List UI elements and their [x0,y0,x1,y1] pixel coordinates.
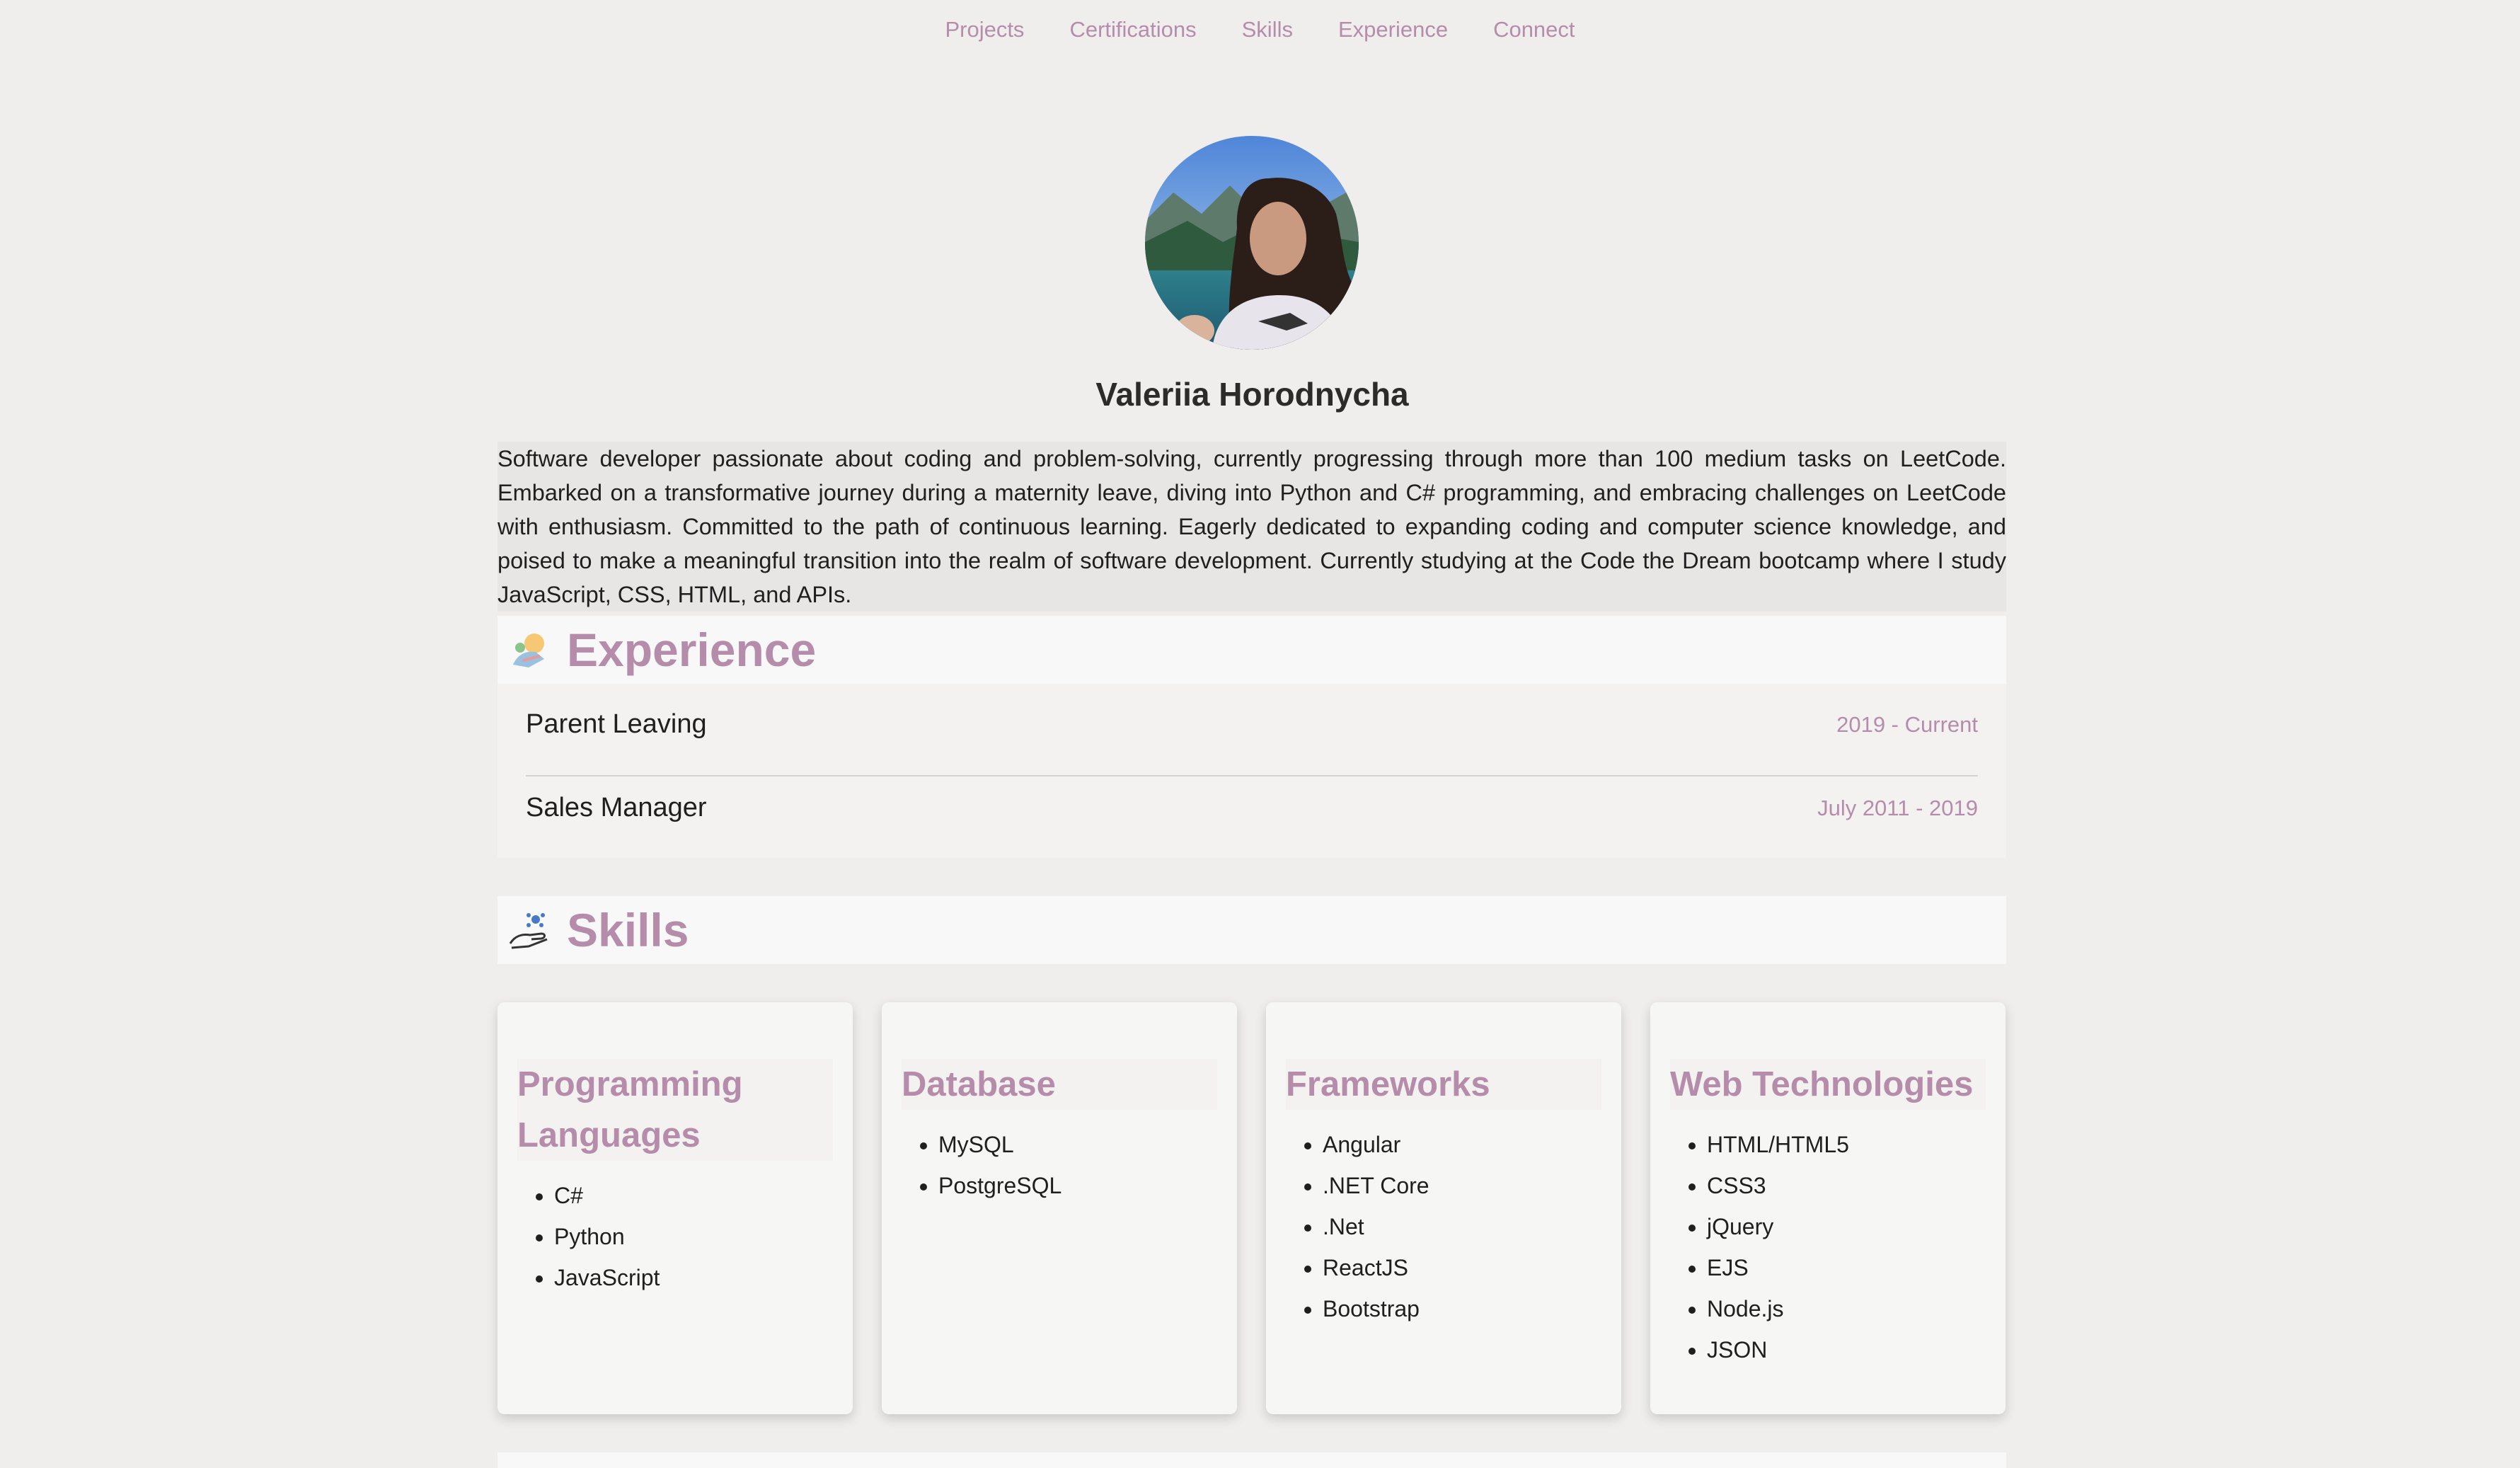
experience-list: Parent Leaving 2019 - Current Sales Mana… [497,684,2006,858]
skill-item: PostgreSQL [938,1165,1061,1206]
experience-dates: 2019 - Current [1836,711,1978,737]
profile-about: Software developer passionate about codi… [497,442,2006,612]
skill-item: MySQL [938,1124,1061,1165]
skill-item: Angular [1323,1124,1429,1165]
skill-list: HTML/HTML5 CSS3 jQuery EJS Node.js JSON [1676,1124,1849,1370]
next-section-header [497,1452,2006,1468]
skills-hand-icon [509,913,548,949]
profile-name: Valeriia Horodnycha [1095,376,1409,413]
skill-list: C# Python JavaScript [523,1175,660,1298]
nav-link-experience[interactable]: Experience [1338,17,1448,42]
skill-item: JSON [1707,1329,1849,1370]
nav-link-connect[interactable]: Connect [1493,17,1575,42]
skill-list: MySQL PostgreSQL [907,1124,1061,1206]
experience-title: Parent Leaving [526,709,707,739]
skill-card-title: Frameworks [1286,1059,1601,1110]
skill-item: HTML/HTML5 [1707,1124,1849,1165]
skill-item: Node.js [1707,1288,1849,1329]
nav-link-certifications[interactable]: Certifications [1069,17,1196,42]
skill-item: C# [554,1175,660,1216]
nav-link-skills[interactable]: Skills [1242,17,1293,42]
skill-card-title: Web Technologies [1670,1059,1986,1110]
skill-card-title: Database [902,1059,1217,1110]
skill-item: CSS3 [1707,1165,1849,1206]
experience-item: Parent Leaving 2019 - Current [526,709,1978,740]
experience-title: Sales Manager [526,793,707,822]
experience-header: Experience [497,616,2006,684]
top-nav: Projects Certifications Skills Experienc… [0,0,2520,59]
skill-card-web-technologies: Web Technologies HTML/HTML5 CSS3 jQuery … [1650,1002,2006,1414]
profile-avatar [1145,136,1359,350]
skill-item: Bootstrap [1323,1288,1429,1329]
skill-item: jQuery [1707,1206,1849,1247]
profile-photo [1145,136,1359,350]
skills-heading: Skills [567,904,689,956]
nav-link-projects[interactable]: Projects [945,17,1024,42]
skill-item: EJS [1707,1247,1849,1288]
skill-card-frameworks: Frameworks Angular .NET Core .Net ReactJ… [1266,1002,1621,1414]
skill-card-title: Programming Languages [517,1059,833,1161]
experience-dates: July 2011 - 2019 [1817,795,1978,820]
skill-item: Python [554,1216,660,1257]
skill-card-programming-languages: Programming Languages C# Python JavaScri… [497,1002,853,1414]
skill-item: .NET Core [1323,1165,1429,1206]
skills-header: Skills [497,896,2006,964]
experience-icon [513,633,544,667]
skill-item: ReactJS [1323,1247,1429,1288]
experience-heading: Experience [567,624,817,676]
skill-item: JavaScript [554,1257,660,1298]
skill-list: Angular .NET Core .Net ReactJS Bootstrap [1291,1124,1429,1329]
experience-item: Sales Manager July 2011 - 2019 [526,793,1978,823]
skill-item: .Net [1323,1206,1429,1247]
experience-divider [526,775,1978,776]
skill-card-database: Database MySQL PostgreSQL [882,1002,1237,1414]
